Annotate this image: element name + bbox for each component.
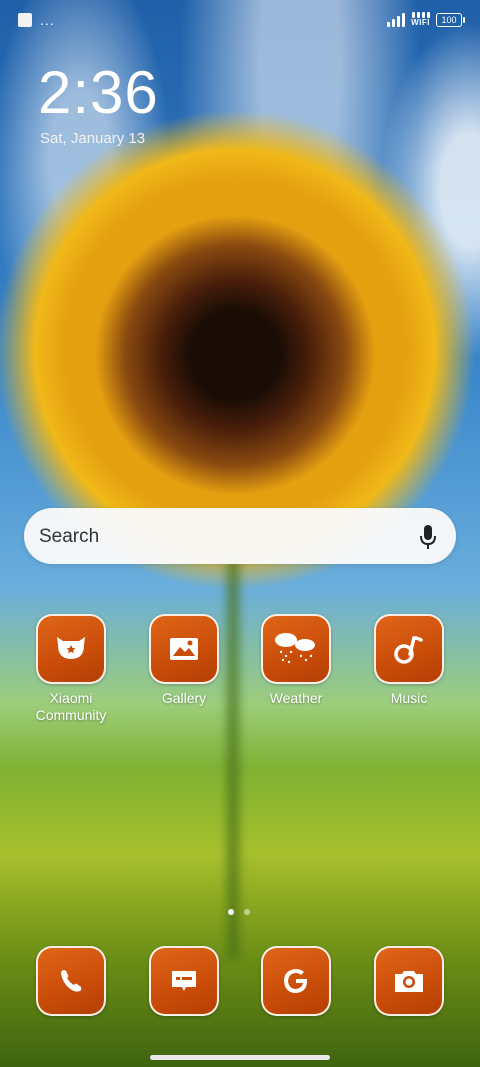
clock[interactable]: 2:36 [38, 58, 159, 127]
battery-icon: 100 [436, 12, 465, 27]
xiaomi-community-icon [36, 614, 106, 684]
app-gallery[interactable]: Gallery [129, 614, 239, 707]
app-label: Weather [269, 690, 323, 706]
wifi-icon: WIFI [411, 12, 430, 27]
page-dot-active [228, 909, 234, 915]
weather-icon [261, 614, 331, 684]
mic-icon[interactable] [418, 523, 438, 551]
app-label: Gallery [161, 690, 207, 706]
phone-icon [36, 946, 106, 1016]
dock-google[interactable] [241, 946, 351, 1016]
dock-messages[interactable] [129, 946, 239, 1016]
app-music[interactable]: Music [354, 614, 464, 707]
dock-camera[interactable] [354, 946, 464, 1016]
app-xiaomi-community[interactable]: Xiaomi Community [16, 614, 126, 724]
wifi-label: WIFI [411, 18, 430, 27]
music-icon [374, 614, 444, 684]
more-notifications-icon: ... [40, 12, 55, 28]
date[interactable]: Sat, January 13 [40, 130, 145, 147]
app-label: Xiaomi Community [35, 690, 107, 723]
search-placeholder: Search [39, 526, 100, 547]
home-gesture-bar[interactable] [150, 1055, 330, 1060]
gallery-icon [149, 614, 219, 684]
app-label: Music [390, 690, 428, 706]
messages-icon [149, 946, 219, 1016]
status-bar: ... WIFI 100 [0, 0, 480, 40]
signal-icon [387, 12, 406, 27]
battery-level: 100 [441, 14, 457, 25]
notification-icon [18, 13, 32, 27]
google-icon [261, 946, 331, 1016]
app-weather[interactable]: Weather [241, 614, 351, 707]
camera-icon [374, 946, 444, 1016]
page-dot [244, 909, 250, 915]
dock-phone[interactable] [16, 946, 126, 1016]
page-indicator[interactable] [228, 909, 250, 915]
search-bar[interactable]: Search [24, 508, 456, 564]
